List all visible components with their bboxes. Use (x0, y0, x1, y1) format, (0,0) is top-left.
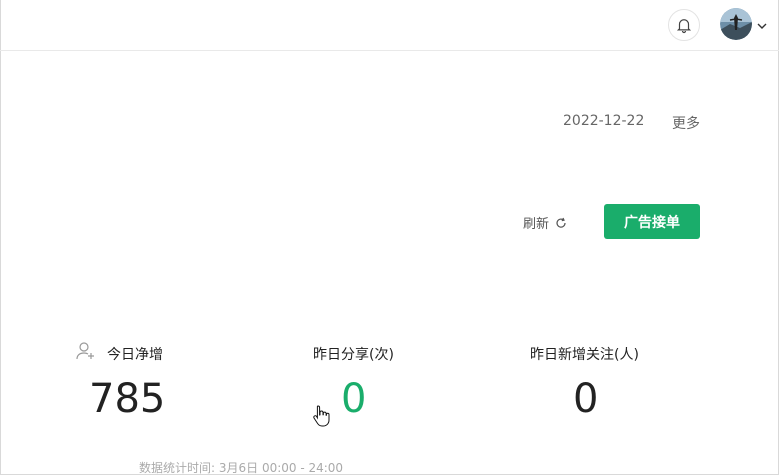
top-bar (0, 0, 779, 51)
refresh-icon (556, 217, 566, 228)
bell-icon (676, 19, 692, 34)
stat-value-today-net: 785 (89, 376, 166, 422)
user-avatar (720, 8, 752, 40)
notification-button[interactable] (668, 9, 700, 41)
ad-order-button[interactable]: 广告接单 (604, 204, 700, 239)
stat-label-today-net: 今日净增 (107, 347, 163, 363)
chevron-down-icon[interactable] (757, 21, 767, 31)
stats-time-note: 数据统计时间: 3月6日 00:00 - 24:00 (139, 461, 344, 475)
user-add-icon (76, 342, 94, 360)
stat-label-yesterday-shares: 昨日分享(次) (313, 347, 394, 363)
date-label: 2022-12-22 (563, 113, 645, 129)
stat-value-yesterday-shares: 0 (341, 376, 367, 422)
stat-value-yesterday-follows: 0 (573, 376, 599, 422)
avatar[interactable] (720, 8, 752, 40)
refresh-button[interactable]: 刷新 (523, 213, 567, 232)
stat-label-yesterday-follows: 昨日新增关注(人) (530, 347, 639, 363)
refresh-label: 刷新 (523, 217, 550, 232)
more-link[interactable]: 更多 (672, 113, 700, 133)
hand-cursor-icon (313, 405, 330, 427)
